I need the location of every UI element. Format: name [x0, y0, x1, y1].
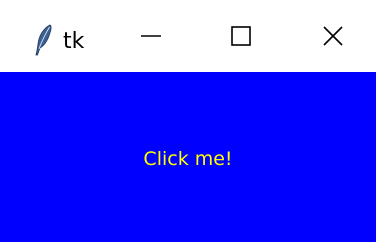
close-button[interactable]: [298, 12, 368, 60]
close-icon: [323, 26, 343, 46]
maximize-button[interactable]: [206, 12, 276, 60]
maximize-icon: [231, 26, 251, 46]
minimize-icon: [141, 35, 161, 37]
app-window: tk Click me!: [0, 0, 376, 242]
feather-icon: [35, 24, 52, 56]
click-me-button[interactable]: Click me!: [0, 72, 376, 242]
minimize-button[interactable]: [116, 12, 186, 60]
client-area: Click me!: [0, 72, 376, 242]
title-bar[interactable]: tk: [0, 0, 376, 72]
window-title: tk: [63, 29, 85, 54]
